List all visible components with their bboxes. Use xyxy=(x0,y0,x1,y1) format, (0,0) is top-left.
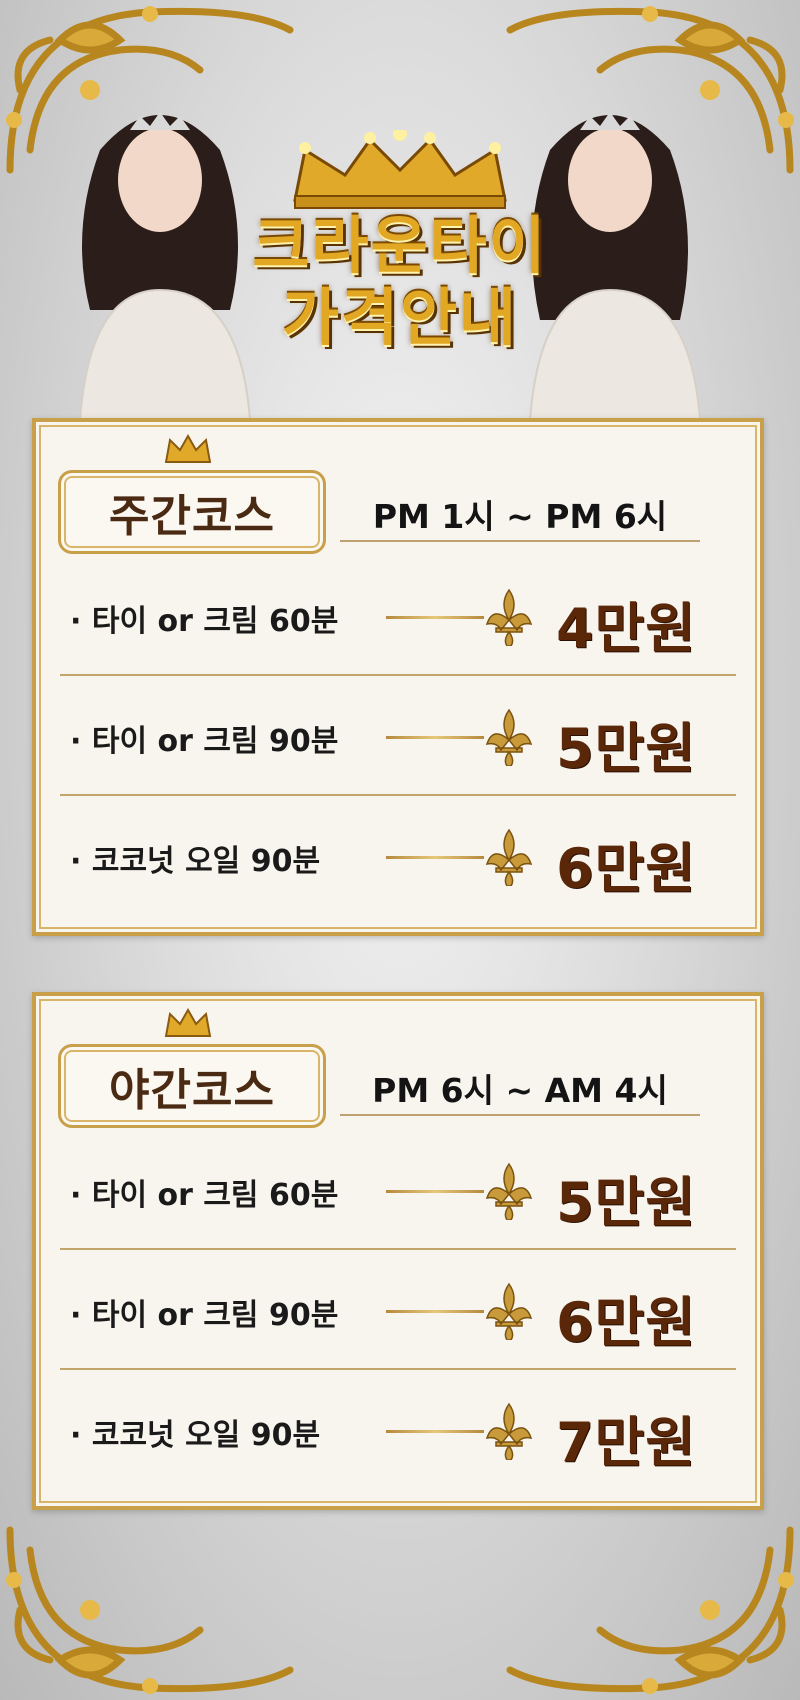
fleur-de-lis-icon xyxy=(485,828,533,886)
hero-banner: 크라운타이 가격안내 xyxy=(0,0,800,421)
service-label: · 코코넛 오일 90분 xyxy=(70,844,321,879)
course-title-badge: 주간코스 xyxy=(58,470,326,554)
course-title: 야간코스 xyxy=(109,1065,275,1116)
price-value: 4만원 xyxy=(556,597,696,660)
connector-line xyxy=(386,616,484,619)
service-label: · 코코넛 오일 90분 xyxy=(70,1418,321,1453)
course-hours: PM 1시 ~ PM 6시 xyxy=(372,497,668,536)
connector-line xyxy=(386,1430,484,1433)
hero-title: 크라운타이 가격안내 xyxy=(225,130,575,354)
course-title: 주간코스 xyxy=(109,491,275,542)
connector-line xyxy=(386,1190,484,1193)
price-value: 7만원 xyxy=(556,1411,696,1474)
title-line-1: 크라운타이 xyxy=(252,209,548,282)
fleur-de-lis-icon xyxy=(485,1162,533,1220)
hours-underline xyxy=(340,540,700,542)
ornament-corner-icon xyxy=(0,1520,300,1700)
crown-icon xyxy=(164,1007,212,1037)
price-row: · 타이 or 크림 60분 5만원 xyxy=(60,1130,736,1246)
day-course-panel: 주간코스 PM 1시 ~ PM 6시 · 타이 or 크림 60분 4만원 · … xyxy=(32,418,764,936)
night-course-panel: 야간코스 PM 6시 ~ AM 4시 · 타이 or 크림 60분 5만원 · … xyxy=(32,992,764,1510)
course-title-badge: 야간코스 xyxy=(58,1044,326,1128)
price-value: 6만원 xyxy=(556,837,696,900)
price-row: · 타이 or 크림 90분 5만원 xyxy=(60,676,736,792)
price-row: · 코코넛 오일 90분 7만원 xyxy=(60,1370,736,1486)
fleur-de-lis-icon xyxy=(485,708,533,766)
price-value: 5만원 xyxy=(556,717,696,780)
price-row: · 타이 or 크림 90분 6만원 xyxy=(60,1250,736,1366)
hours-underline xyxy=(340,1114,700,1116)
connector-line xyxy=(386,736,484,739)
service-label: · 타이 or 크림 90분 xyxy=(70,1298,339,1333)
price-value: 5만원 xyxy=(556,1171,696,1234)
connector-line xyxy=(386,856,484,859)
price-row: · 타이 or 크림 60분 4만원 xyxy=(60,556,736,672)
title-line-2: 가격안내 xyxy=(281,281,519,354)
fleur-de-lis-icon xyxy=(485,1282,533,1340)
fleur-de-lis-icon xyxy=(485,588,533,646)
ornament-corner-icon xyxy=(500,1520,800,1700)
price-row: · 코코넛 오일 90분 6만원 xyxy=(60,796,736,912)
price-value: 6만원 xyxy=(556,1291,696,1354)
course-hours: PM 6시 ~ AM 4시 xyxy=(372,1071,668,1110)
service-label: · 타이 or 크림 60분 xyxy=(70,604,339,639)
service-label: · 타이 or 크림 90분 xyxy=(70,724,339,759)
connector-line xyxy=(386,1310,484,1313)
service-label: · 타이 or 크림 60분 xyxy=(70,1178,339,1213)
price-guide-page: 크라운타이 가격안내 주간코스 PM 1시 ~ PM 6시 · 타이 or 크림… xyxy=(0,0,800,1700)
fleur-de-lis-icon xyxy=(485,1402,533,1460)
crown-icon xyxy=(293,130,507,209)
crown-icon xyxy=(164,433,212,463)
